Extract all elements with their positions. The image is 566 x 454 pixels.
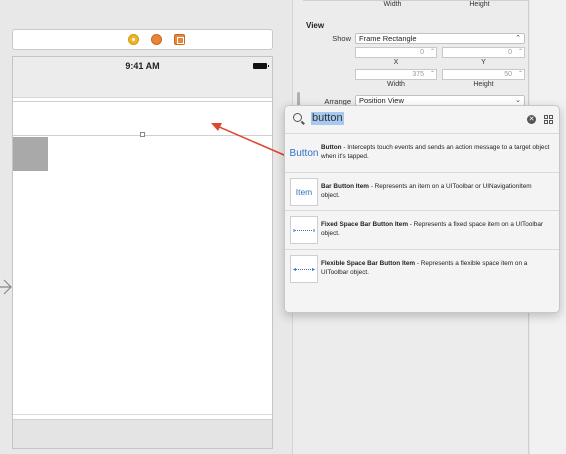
bottom-toolbar-view[interactable] [13,414,272,448]
height-label: Height [469,1,490,8]
library-empty-area [285,285,559,312]
item-title: Fixed Space Bar Button Item [321,221,409,228]
flexible-space-thumbnail [290,255,318,283]
stepper-icon[interactable]: ⌃ [430,70,435,79]
entry-point-arrow-icon [0,279,12,295]
flexible-space-icon [293,268,315,271]
y-field[interactable]: 0 ⌃ [442,47,525,58]
library-search-bar[interactable]: button ✕ [285,106,559,133]
item-title: Button [321,144,342,151]
item-title: Flexible Space Bar Button Item [321,260,416,267]
clear-search-icon[interactable]: ✕ [527,115,536,124]
width-value: 375 [412,71,424,78]
x-value: 0 [420,49,424,56]
scene-dock [12,29,273,50]
navigation-bar-view[interactable] [13,101,272,136]
library-item-bar-button[interactable]: Item Bar Button Item - Represents an ite… [285,173,559,211]
view-section-title: View [306,21,325,30]
height-caption: Height [473,81,494,88]
status-bar: 9:41 AM [13,57,272,98]
gray-view[interactable] [13,137,48,171]
show-value: Frame Rectangle [359,34,417,43]
battery-icon [253,63,269,69]
storyboard-canvas[interactable]: 9:41 AM [0,0,292,454]
library-item-fixed-space[interactable]: Fixed Space Bar Button Item - Represents… [285,211,559,249]
width-caption: Width [387,81,405,88]
library-item-description: Button - Intercepts touch events and sen… [321,144,551,161]
arrange-value: Position View [359,96,404,105]
stepper-icon[interactable]: ⌃ [518,48,523,57]
width-label: Width [383,1,402,8]
x-label: X [393,59,399,66]
show-label: Show [332,34,351,43]
item-title: Bar Button Item [321,183,369,190]
first-responder-icon[interactable] [151,34,162,45]
bar-button-thumbnail: Item [290,178,318,206]
item-desc: - Intercepts touch events and sends an a… [321,144,550,160]
x-field[interactable]: 0 ⌃ [355,47,437,58]
library-item-description: Flexible Space Bar Button Item - Represe… [321,260,551,277]
exit-icon[interactable] [174,34,185,45]
library-search-input[interactable]: button [311,112,344,125]
y-value: 0 [508,49,512,56]
height-field[interactable]: 50 ⌃ [442,69,525,80]
chevron-updown-icon: ⌃ [515,35,521,42]
status-time: 9:41 AM [125,61,160,71]
stepper-icon[interactable]: ⌃ [518,70,523,79]
view-controller-scene[interactable]: 9:41 AM [12,56,273,449]
button-thumbnail: Button [287,139,321,167]
width-field[interactable]: 375 ⌃ [355,69,437,80]
resize-handle[interactable] [140,132,145,137]
library-item-flexible-space[interactable]: Flexible Space Bar Button Item - Represe… [285,250,559,288]
chevron-down-icon: ⌄ [515,97,521,104]
height-value: 50 [504,71,512,78]
library-item-button[interactable]: Button Button - Intercepts touch events … [285,134,559,173]
grid-view-icon[interactable] [544,115,553,124]
stepper-icon[interactable]: ⌃ [430,48,435,57]
y-label: Y [481,59,486,66]
fixed-space-icon [293,229,315,232]
view-controller-icon[interactable] [128,34,139,45]
button-thumbnail-text: Button [289,148,319,159]
library-item-description: Bar Button Item - Represents an item on … [321,183,551,200]
bar-button-thumbnail-text: Item [295,187,313,197]
object-library-popover[interactable]: button ✕ Button Button - Intercepts touc… [284,105,560,313]
search-icon [293,113,302,122]
library-item-description: Fixed Space Bar Button Item - Represents… [321,221,551,238]
search-query: button [312,112,343,124]
fixed-space-thumbnail [290,216,318,244]
show-popup[interactable]: Frame Rectangle ⌃ [355,33,525,44]
